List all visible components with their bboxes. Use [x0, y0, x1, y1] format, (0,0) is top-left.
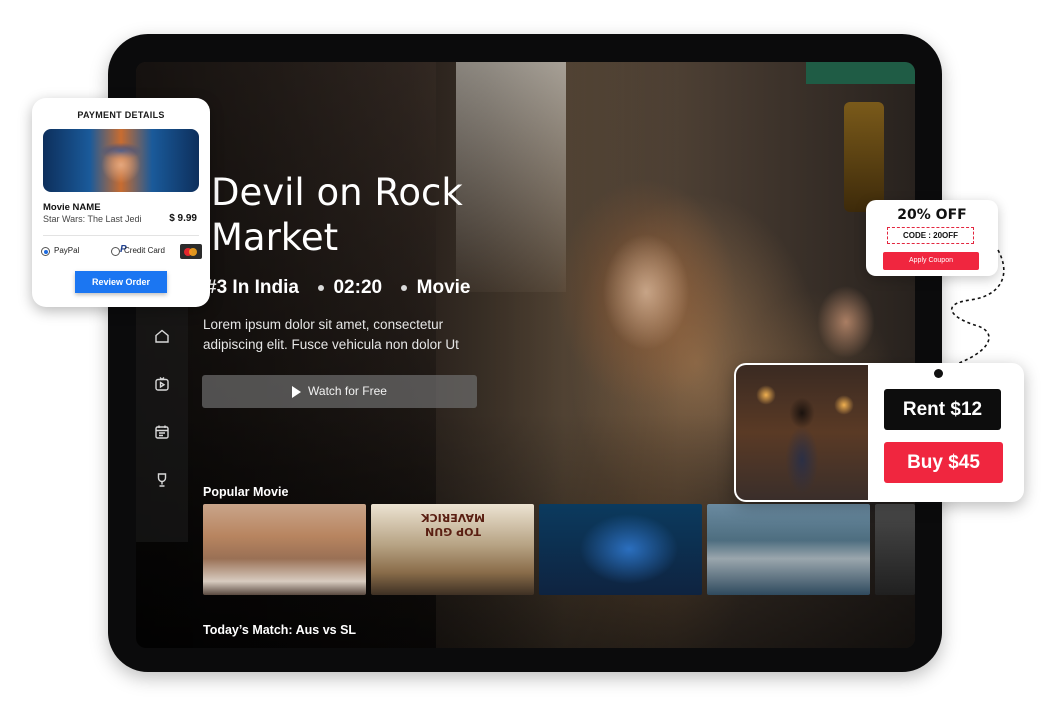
movie-logo: TOP GUN MAVERICK [421, 511, 485, 538]
paypal-radio[interactable] [41, 247, 50, 256]
play-icon [292, 385, 302, 398]
hero-title: Devil on Rock Market [211, 170, 521, 260]
coupon-code: CODE : 20OFF [887, 227, 974, 244]
mastercard-icon [180, 244, 202, 259]
movie-thumbnail[interactable] [707, 504, 870, 595]
todays-match-heading: Today’s Match: Aus vs SL [203, 623, 357, 637]
movie-price: $ 9.99 [169, 213, 197, 224]
rent-movie-poster [736, 365, 868, 500]
movie-thumbnail[interactable] [539, 504, 702, 595]
movie-poster [43, 129, 199, 192]
paypal-label: PayPal [54, 246, 80, 255]
credit-card-label: Credit Card [124, 246, 165, 255]
movie-thumbnail[interactable]: TOP GUN MAVERICK [371, 504, 534, 595]
popular-movie-heading: Popular Movie [203, 485, 289, 499]
rent-button[interactable]: Rent $12 [884, 389, 1001, 430]
hero-description: Lorem ipsum dolor sit amet, consectetur … [203, 317, 459, 352]
trophy-icon[interactable] [152, 472, 172, 492]
meta-dot [401, 284, 408, 291]
connector-pin [934, 369, 943, 378]
movie-thumbnail-partial[interactable] [875, 504, 915, 595]
payment-details-card: PAYMENT DETAILS Movie NAME Star Wars: Th… [32, 98, 210, 307]
credit-card-radio[interactable] [111, 247, 120, 256]
hero-rank: #3 In India [206, 277, 299, 298]
watch-for-free-button[interactable]: Watch for Free [202, 375, 477, 408]
movie-subtitle: Star Wars: The Last Jedi [43, 214, 142, 224]
divider [43, 235, 199, 236]
buy-button[interactable]: Buy $45 [884, 442, 1003, 483]
review-order-button[interactable]: Review Order [75, 271, 167, 293]
hero-meta: #3 In India 02:20 Movie [206, 277, 506, 299]
hero-duration: 02:20 [333, 277, 383, 298]
movie-name: Movie NAME [43, 202, 101, 213]
watch-label: Watch for Free [308, 384, 387, 398]
movie-thumbnail[interactable] [203, 504, 366, 595]
hero-category: Movie [416, 277, 471, 298]
dotted-connector [937, 249, 1005, 371]
home-icon[interactable] [152, 328, 172, 348]
payment-title: PAYMENT DETAILS [77, 110, 165, 120]
tv-icon[interactable] [152, 376, 172, 396]
coupon-title: 20% OFF [897, 207, 967, 223]
hero-title-line2: Market [211, 216, 339, 259]
meta-dot [318, 284, 325, 291]
hero-title-line1: Devil on Rock [211, 171, 463, 214]
calendar-icon[interactable] [152, 424, 172, 444]
